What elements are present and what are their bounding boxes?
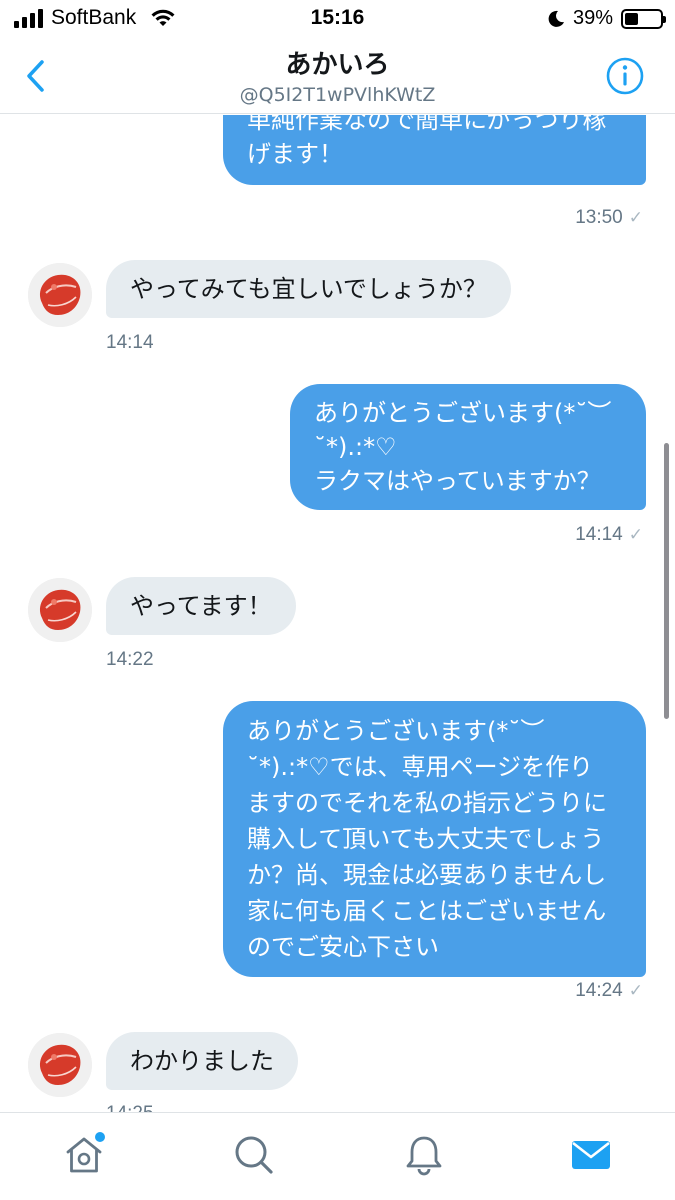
conversation-handle: @Q5I2T1wPVlhKWtZ [239,84,436,106]
notification-dot [95,1132,105,1142]
message-line: ますのでそれを私の指示どうりに [247,789,607,817]
message-timestamp: 14:25 [106,1103,154,1112]
message-line: 単純作業なので簡単にがっつり稼 [247,115,607,134]
status-bar: SoftBank 15:16 39% [0,0,675,40]
message-timestamp: 14:14 ✓ [575,524,643,545]
battery-icon [621,8,666,29]
conversation-title[interactable]: あかいろ [0,44,675,81]
search-icon[interactable] [232,1133,276,1177]
conversation-header: あかいろ @Q5I2T1wPVlhKWtZ [0,40,675,114]
read-check-icon: ✓ [628,208,643,227]
read-check-icon: ✓ [628,981,643,1000]
message-line: ラクマはやっていますか？ [314,467,601,495]
message-line: ありがとうございます(*˘︶ [314,399,612,427]
avatar[interactable] [28,263,92,327]
avatar-image [28,263,92,327]
message-bubble: ありがとうございます(*˘︶ ˘*).:*♡では、専用ページを作り ますのでそれ… [223,701,646,977]
avatar-image [28,578,92,642]
moon-icon [548,10,564,27]
message-incoming[interactable]: わかりました [106,1032,298,1090]
message-line: 購入して頂いても大丈夫でしょう [247,825,605,853]
message-line: げます！ [247,140,343,168]
read-check-icon: ✓ [628,525,643,544]
message-line: ˘*).:*♡ [314,433,397,461]
message-line: わかりました [130,1047,274,1075]
message-line: 家に何も届くことはございません [247,897,607,925]
message-incoming[interactable]: やってます！ [106,577,296,635]
tab-bar [0,1112,675,1200]
info-icon[interactable] [605,56,645,96]
message-incoming[interactable]: やってみても宜しいでしょうか？ [106,260,511,318]
avatar[interactable] [28,1033,92,1097]
message-bubble: わかりました [106,1032,298,1090]
message-bubble: やってみても宜しいでしょうか？ [106,260,511,318]
message-bubble: 単純作業なので簡単にがっつり稼 げます！ [223,115,646,185]
message-list[interactable]: 単純作業なので簡単にがっつり稼 げます！ 13:50 ✓ やってみても宜しいでしょ… [0,115,675,1112]
message-timestamp: 14:24 ✓ [575,980,643,1001]
message-outgoing[interactable]: 単純作業なので簡単にがっつり稼 げます！ [223,115,646,185]
message-outgoing[interactable]: ありがとうございます(*˘︶ ˘*).:*♡では、専用ページを作り ますのでそれ… [223,701,646,977]
avatar-image [28,1033,92,1097]
message-bubble: ありがとうございます(*˘︶ ˘*).:*♡ ラクマはやっていますか？ [290,384,646,510]
message-line: やってみても宜しいでしょうか？ [130,275,487,303]
message-line: やってます！ [130,592,272,620]
bell-icon[interactable] [402,1133,446,1177]
status-right: 39% [547,7,666,30]
battery-percent: 39% [572,7,613,29]
message-outgoing[interactable]: ありがとうございます(*˘︶ ˘*).:*♡ ラクマはやっていますか？ [290,384,646,510]
scroll-indicator[interactable] [664,443,669,719]
message-line: ありがとうございます(*˘︶ [247,717,545,745]
message-bubble: やってます！ [106,577,296,635]
mail-icon[interactable] [570,1133,612,1177]
message-line: ˘*).:*♡では、専用ページを作り [247,753,594,781]
message-timestamp: 14:22 [106,649,154,670]
message-line: か？尚、現金は必要ありませんし [247,861,607,889]
message-timestamp: 13:50 ✓ [575,207,643,228]
message-timestamp: 14:14 [106,332,154,353]
message-line: のでご安心下さい [247,933,439,961]
avatar[interactable] [28,578,92,642]
